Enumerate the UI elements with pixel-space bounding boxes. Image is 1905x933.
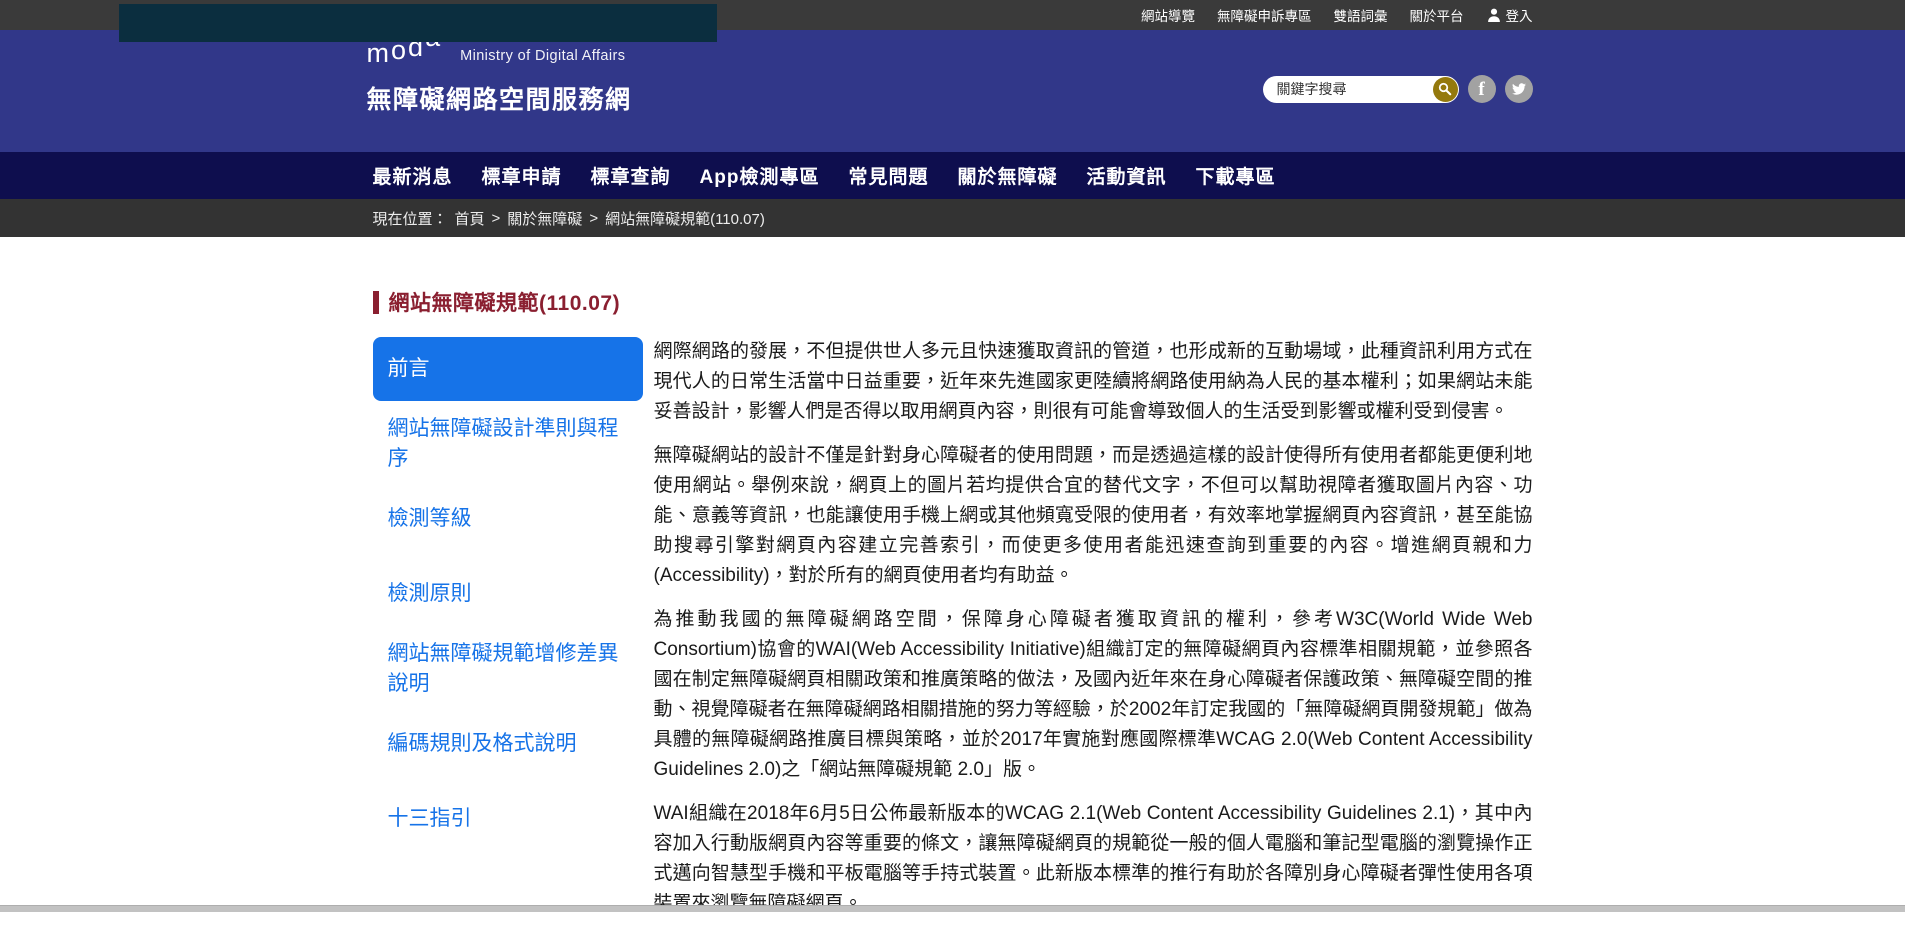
nav-item[interactable]: 活動資訊	[1087, 162, 1167, 189]
search-button[interactable]	[1433, 77, 1458, 102]
skip-link-highlight-block	[119, 4, 717, 42]
nav-item[interactable]: 常見問題	[848, 162, 928, 189]
breadcrumb: 現在位置： 首頁 > 關於無障礙 > 網站無障礙規範(110.07)	[0, 199, 1905, 237]
nav-item[interactable]: 最新消息	[373, 162, 453, 189]
sidebar-item[interactable]: 網站無障礙設計準則與程序	[373, 412, 643, 476]
search-box	[1263, 76, 1459, 103]
sidebar-item-active[interactable]: 前言	[373, 337, 643, 401]
breadcrumb-prefix: 現在位置：	[373, 208, 448, 229]
site-header: moda Ministry of Digital Affairs 無障礙網路空間…	[0, 30, 1905, 152]
site-title: 無障礙網路空間服務網	[367, 80, 632, 116]
article-paragraph: WAI組織在2018年6月5日公佈最新版本的WCAG 2.1(Web Conte…	[654, 799, 1533, 919]
article-paragraph: 網際網路的發展，不但提供世人多元且快速獲取資訊的管道，也形成新的互動場域，此種資…	[654, 337, 1533, 427]
sidebar-item[interactable]: 檢測等級	[373, 487, 643, 551]
sidebar-item[interactable]: 網站無障礙規範增修差異說明	[373, 637, 643, 701]
facebook-icon: f	[1478, 79, 1484, 101]
main-content: 網站無障礙規範(110.07) 前言網站無障礙設計準則與程序檢測等級檢測原則網站…	[0, 237, 1905, 933]
twitter-button[interactable]	[1505, 75, 1533, 103]
login-button[interactable]: 登入	[1486, 5, 1533, 25]
nav-item[interactable]: 下載專區	[1196, 162, 1276, 189]
breadcrumb-current: 網站無障礙規範(110.07)	[605, 208, 765, 229]
sidebar-item[interactable]: 十三指引	[373, 787, 643, 851]
breadcrumb-link[interactable]: 首頁	[455, 208, 485, 229]
nav-item[interactable]: 關於無障礙	[958, 162, 1058, 189]
breadcrumb-separator: >	[589, 210, 598, 227]
topbar-link[interactable]: 關於平台	[1410, 5, 1464, 25]
title-accent-bar	[373, 291, 379, 314]
sidebar-item[interactable]: 編碼規則及格式說明	[373, 712, 643, 776]
topbar-link[interactable]: 網站導覽	[1141, 5, 1195, 25]
article-body: 網際網路的發展，不但提供世人多元且快速獲取資訊的管道，也形成新的互動場域，此種資…	[654, 337, 1533, 933]
ministry-label: Ministry of Digital Affairs	[460, 48, 625, 64]
search-input[interactable]	[1263, 76, 1425, 103]
login-label: 登入	[1506, 5, 1533, 25]
topbar-link[interactable]: 雙語詞彙	[1334, 5, 1388, 25]
sidebar-item[interactable]: 檢測原則	[373, 562, 643, 626]
moda-logo[interactable]: moda	[367, 40, 443, 67]
page-title: 網站無障礙規範(110.07)	[389, 287, 621, 317]
nav-item[interactable]: App檢測專區	[700, 162, 820, 189]
main-nav: 最新消息 標章申請 標章查詢 App檢測專區 常見問題 關於無障礙 活動資訊 下載專區	[0, 152, 1905, 199]
breadcrumb-link[interactable]: 關於無障礙	[507, 208, 582, 229]
breadcrumb-separator: >	[492, 210, 501, 227]
article-paragraph: 無障礙網站的設計不僅是針對身心障礙者的使用問題，而是透過這樣的設計使得所有使用者…	[654, 441, 1533, 591]
nav-item[interactable]: 標章申請	[482, 162, 562, 189]
search-icon	[1438, 82, 1452, 96]
nav-item[interactable]: 標章查詢	[591, 162, 671, 189]
twitter-icon	[1511, 82, 1527, 96]
section-sidebar: 前言網站無障礙設計準則與程序檢測等級檢測原則網站無障礙規範增修差異說明編碼規則及…	[373, 337, 643, 862]
facebook-button[interactable]: f	[1468, 75, 1496, 103]
footer-top-strip	[0, 905, 1905, 912]
logo-letter: m	[367, 40, 392, 67]
topbar-link[interactable]: 無障礙申訴專區	[1217, 5, 1312, 25]
user-icon	[1486, 7, 1502, 23]
article-paragraph: 為推動我國的無障礙網路空間，保障身心障礙者獲取資訊的權利，參考W3C(World…	[654, 605, 1533, 785]
